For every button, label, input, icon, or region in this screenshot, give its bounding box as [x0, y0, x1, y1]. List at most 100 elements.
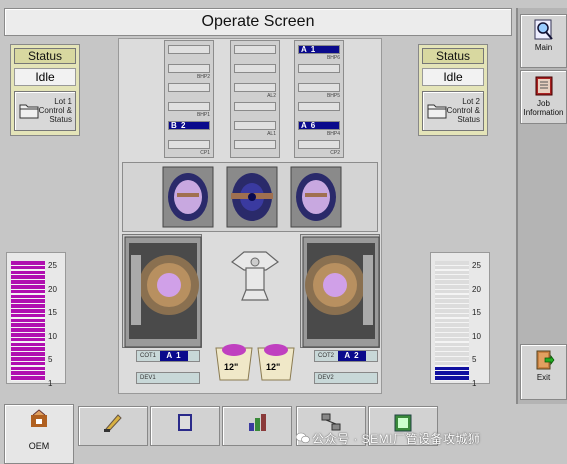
gauge-level-empty	[435, 265, 469, 270]
cassette-1-size: 12"	[224, 362, 239, 372]
gauge-level-filled	[11, 313, 45, 318]
gauge-level-empty	[435, 318, 469, 323]
buffer-stack-right[interactable]: A 1 BHP6 BHP5 A 6 BHP4 CP2	[294, 40, 344, 158]
gauge-level-empty	[435, 285, 469, 289]
buffer-stack-left[interactable]: BHP2 BHP1 B 2 CP1	[164, 40, 214, 158]
status-header-right: Status	[422, 48, 484, 64]
gauge-level-filled	[11, 376, 45, 380]
recipe-icon	[104, 414, 122, 432]
bottom-tab[interactable]	[150, 406, 220, 446]
buffer-slot[interactable]	[168, 45, 210, 54]
wechat-logo-icon	[296, 432, 310, 444]
bottom-tab[interactable]	[222, 406, 292, 446]
chamber-1	[162, 166, 214, 228]
gauge-level-filled	[11, 318, 45, 323]
buffer-slot[interactable]	[298, 83, 340, 92]
coater-right-graphic	[302, 236, 380, 348]
status-panel-left: Status Idle Lot 1 Control & Status	[10, 44, 80, 136]
lot2-control-button[interactable]: Lot 2 Control & Status	[422, 91, 484, 131]
buffer-slot[interactable]	[168, 102, 210, 111]
process-chamber-row	[122, 162, 378, 232]
gauge-bar-area	[11, 261, 45, 381]
oem-icon	[31, 409, 47, 427]
chamber-3	[290, 166, 342, 228]
buffer-slot[interactable]	[234, 45, 276, 54]
gauge-tick-label: 10	[48, 331, 57, 341]
buffer-slot[interactable]	[234, 83, 276, 92]
lot1-control-button[interactable]: Lot 1 Control & Status	[14, 91, 76, 131]
status-value-right: Idle	[422, 68, 484, 86]
buffer-slot-label: BHP4	[326, 131, 340, 137]
buffer-slot-label: AL1	[267, 131, 276, 137]
cot2-wafer-tag[interactable]: A 2	[338, 351, 366, 361]
coater-left-graphic	[124, 236, 202, 348]
buffer-slot[interactable]	[168, 64, 210, 73]
gauge-level-empty	[435, 294, 469, 299]
buffer-slot-label: BHP1	[196, 112, 210, 118]
buffer-slot[interactable]	[168, 140, 210, 149]
gauge-level-filled	[11, 328, 45, 332]
book-icon	[178, 414, 192, 431]
gauge-level-filled	[11, 337, 45, 342]
buffer-slot[interactable]	[298, 64, 340, 73]
buffer-slot-wafer[interactable]: A 6	[298, 121, 340, 130]
gauge-tick-label: 20	[472, 284, 481, 294]
main-button[interactable]: Main	[520, 14, 567, 68]
coater-module-right[interactable]	[300, 234, 380, 348]
gauge-level-empty	[435, 313, 469, 318]
buffer-slot-label: BHP2	[196, 74, 210, 80]
gauge-level-filled	[11, 323, 45, 327]
gauge-level-filled	[11, 342, 45, 347]
gauge-level-empty	[435, 352, 469, 356]
gauge-level-filled	[11, 309, 45, 313]
gauge-level-empty	[435, 261, 469, 265]
buffer-slot-label: BHP5	[326, 93, 340, 99]
bottom-tab[interactable]	[78, 406, 148, 446]
gauge-level-filled	[11, 357, 45, 361]
buffer-slot[interactable]	[234, 140, 276, 149]
coater-module-left[interactable]	[122, 234, 202, 348]
gauge-tick-label: 20	[48, 284, 57, 294]
chamber-2	[226, 166, 278, 228]
gauge-level-filled	[11, 294, 45, 299]
gauge-bar-area	[435, 261, 469, 381]
dev2-label: DEV2	[314, 372, 378, 384]
exit-button[interactable]: Exit	[520, 344, 567, 400]
buffer-slot[interactable]	[298, 140, 340, 149]
buffer-slot[interactable]	[298, 102, 340, 111]
gauge-level-filled	[435, 376, 469, 380]
gauge-level-filled	[11, 361, 45, 366]
load-port-cassette-1[interactable]: 12"	[214, 342, 254, 382]
gauge-level-filled	[11, 299, 45, 303]
buffer-slot-wafer[interactable]: B 2	[168, 121, 210, 130]
gauge-level-empty	[435, 309, 469, 313]
gauge-level-empty	[435, 342, 469, 347]
watermark-text: 公众号 · SEMI厂管设备攻城狮	[312, 432, 481, 446]
buffer-slot[interactable]	[234, 64, 276, 73]
buffer-stack-middle[interactable]: AL2 AL1	[230, 40, 280, 158]
buffer-slot-wafer[interactable]: A 1	[298, 45, 340, 54]
buffer-slot-label: CP2	[330, 150, 340, 156]
process-chambers-graphic	[162, 166, 342, 228]
magnifier-icon	[534, 19, 553, 40]
buffer-slot[interactable]	[234, 121, 276, 130]
gauge-level-empty	[435, 337, 469, 342]
transfer-robot-icon	[230, 251, 280, 301]
buffer-slot-label: BHP6	[326, 55, 340, 61]
cot1-wafer-tag[interactable]: A 1	[160, 351, 188, 361]
job-information-button[interactable]: Job Information	[520, 70, 567, 124]
gauge-level-empty	[435, 328, 469, 332]
buffer-slot[interactable]	[168, 83, 210, 92]
buffer-slot-label: CP1	[200, 150, 210, 156]
job-information-label: Job Information	[523, 99, 564, 117]
load-port-cassette-2[interactable]: 12"	[256, 342, 296, 382]
buffer-slot[interactable]	[234, 102, 276, 111]
gauge-level-filled	[11, 347, 45, 351]
gauge-tick-label: 25	[472, 261, 481, 270]
gauge-level-filled	[11, 333, 45, 337]
wafer-count-gauge-left: 25 20 15 10 5 1	[6, 252, 66, 388]
exit-label: Exit	[536, 373, 551, 382]
bottom-tab[interactable]: OEM	[4, 404, 74, 464]
gauge-tick-label: 5	[48, 355, 53, 364]
wafer-count-gauge-right: 25 20 15 10 5 1	[430, 252, 490, 388]
